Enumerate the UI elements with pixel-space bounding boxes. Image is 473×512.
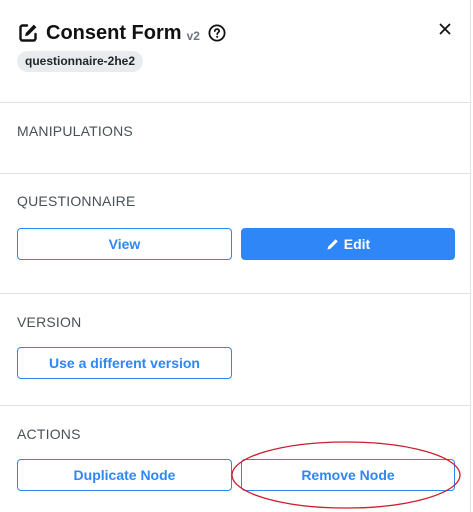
edit-questionnaire-button[interactable]: Edit	[241, 228, 455, 260]
view-questionnaire-button[interactable]: View	[17, 228, 232, 260]
manipulations-section: MANIPULATIONS	[0, 103, 471, 174]
node-details-panel: Consent Form v2 questionnaire-2he2 MANIP…	[0, 0, 471, 512]
questionnaire-section: QUESTIONNAIRE View Edit	[0, 174, 471, 294]
pencil-icon	[326, 238, 339, 251]
section-title-actions: ACTIONS	[17, 426, 81, 442]
actions-section: ACTIONS Duplicate Node Remove Node	[0, 406, 471, 512]
remove-node-button[interactable]: Remove Node	[241, 459, 455, 491]
version-section: VERSION Use a different version	[0, 294, 471, 406]
edit-button-label: Edit	[343, 236, 371, 252]
panel-header: Consent Form v2 questionnaire-2he2	[0, 0, 471, 103]
page-title: Consent Form	[46, 21, 182, 44]
version-label: v2	[186, 29, 200, 43]
duplicate-node-button[interactable]: Duplicate Node	[17, 459, 232, 491]
questionnaire-id-badge: questionnaire-2he2	[17, 51, 144, 72]
close-button[interactable]	[437, 21, 453, 37]
edit-icon	[17, 22, 39, 44]
section-title-questionnaire: QUESTIONNAIRE	[17, 193, 136, 209]
title-row: Consent Form v2	[17, 20, 226, 46]
section-title-manipulations: MANIPULATIONS	[17, 123, 133, 139]
question-circle-icon[interactable]	[208, 24, 226, 42]
close-icon	[439, 23, 451, 35]
use-different-version-button[interactable]: Use a different version	[17, 347, 232, 379]
section-title-version: VERSION	[17, 314, 82, 330]
